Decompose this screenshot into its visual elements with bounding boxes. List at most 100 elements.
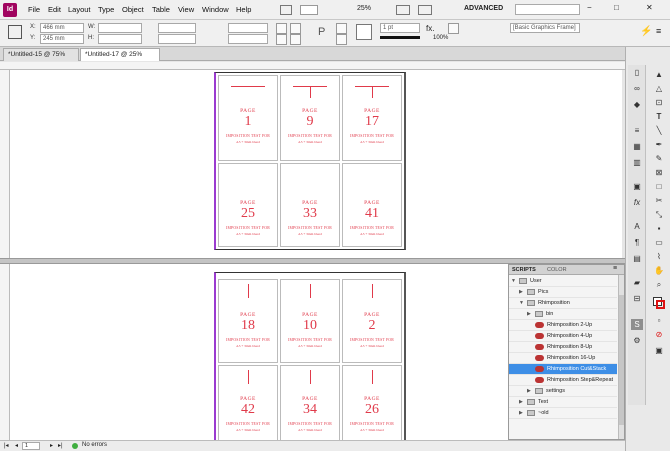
pencil-tool-icon[interactable]: ✎: [653, 153, 665, 164]
last-page-icon[interactable]: ▸|: [58, 442, 63, 449]
menu-layout[interactable]: Layout: [68, 5, 91, 14]
scale-x-field[interactable]: [158, 23, 196, 33]
select-container-icon[interactable]: [336, 23, 347, 34]
note-tool-icon[interactable]: ▭: [653, 237, 665, 248]
opacity-field[interactable]: 100%: [433, 35, 448, 41]
stroke-icon[interactable]: ≡: [631, 125, 643, 136]
type-tool-icon[interactable]: T: [653, 111, 665, 122]
tab-untitled-15[interactable]: *Untitled-15 @ 75%: [3, 48, 79, 61]
search-input[interactable]: [515, 4, 580, 15]
pen-tool-icon[interactable]: ✒: [653, 139, 665, 150]
rotate-cw-icon[interactable]: [276, 23, 287, 34]
formatting-container-icon[interactable]: ▫: [653, 315, 665, 326]
rotate-field[interactable]: [228, 23, 268, 33]
list-item[interactable]: Rhimposition 4-Up: [509, 331, 617, 342]
list-item[interactable]: ▶ Pics: [509, 287, 617, 298]
flip-horizontal-icon[interactable]: [290, 23, 301, 34]
layers-icon[interactable]: ◆: [631, 99, 643, 110]
expand-caret-icon[interactable]: ▶: [519, 397, 527, 408]
text-wrap-icon[interactable]: ▣: [631, 181, 643, 192]
maximize-icon[interactable]: □: [614, 3, 619, 12]
zoom-level[interactable]: 25%: [357, 5, 371, 12]
select-content-icon[interactable]: [336, 34, 347, 45]
align-icon[interactable]: ⊟: [631, 293, 643, 304]
drop-shadow-fx-icon[interactable]: fx.: [426, 24, 434, 33]
next-page-icon[interactable]: ▸: [50, 442, 53, 449]
page-tool-icon[interactable]: ⊡: [653, 97, 665, 108]
y-field[interactable]: 245 mm: [40, 34, 84, 44]
scripts-label-icon[interactable]: ⚙: [631, 335, 643, 346]
stroke-type-selector[interactable]: [380, 36, 420, 39]
minimize-icon[interactable]: −: [587, 3, 592, 12]
swatches-icon[interactable]: ▦: [631, 141, 643, 152]
rectangle-frame-tool-icon[interactable]: ⊠: [653, 167, 665, 178]
color-icon[interactable]: ▥: [631, 157, 643, 168]
lightning-icon[interactable]: ⚡: [640, 26, 652, 37]
tab-untitled-17[interactable]: *Untitled-17 @ 25%: [80, 48, 160, 61]
close-icon[interactable]: ✕: [646, 3, 653, 12]
line-tool-icon[interactable]: ╲: [653, 125, 665, 136]
screen-mode-icon[interactable]: [396, 5, 410, 15]
character-icon[interactable]: A: [631, 221, 643, 232]
zoom-tool-icon[interactable]: ⌕: [653, 279, 665, 290]
menu-table[interactable]: Table: [152, 5, 170, 14]
view-mode-icon[interactable]: ▣: [653, 345, 665, 356]
apply-none-icon[interactable]: ⊘: [653, 329, 665, 340]
expand-caret-icon[interactable]: ▼: [511, 276, 519, 287]
flip-vertical-icon[interactable]: [290, 34, 301, 45]
expand-caret-icon[interactable]: ▶: [519, 287, 527, 298]
rotate-ccw-icon[interactable]: [276, 34, 287, 45]
list-item[interactable]: Rhimposition 16-Up: [509, 353, 617, 364]
preflight-errors[interactable]: No errors: [82, 442, 107, 448]
tab-color[interactable]: COLOR: [547, 267, 567, 273]
first-page-icon[interactable]: |◂: [4, 442, 9, 449]
list-item[interactable]: Rhimposition 2-Up: [509, 320, 617, 331]
scripts-panel-icon[interactable]: S: [631, 319, 643, 330]
x-field[interactable]: 466 mm: [40, 23, 84, 33]
effects-icon[interactable]: [448, 23, 459, 34]
menu-file[interactable]: File: [28, 5, 40, 14]
gradient-swatch-tool-icon[interactable]: ▪: [653, 223, 665, 234]
menu-window[interactable]: Window: [202, 5, 229, 14]
fill-swatch-icon[interactable]: [356, 24, 372, 40]
list-item[interactable]: ▶ settings: [509, 386, 617, 397]
expand-caret-icon[interactable]: ▶: [527, 386, 535, 397]
bridge-icon[interactable]: [280, 5, 292, 15]
shear-field[interactable]: [228, 34, 268, 44]
direct-selection-tool-icon[interactable]: △: [653, 83, 665, 94]
fill-stroke-swatch-icon[interactable]: [653, 297, 665, 309]
menu-help[interactable]: Help: [236, 5, 251, 14]
table-icon[interactable]: ▤: [631, 253, 643, 264]
expand-caret-icon[interactable]: ▼: [519, 298, 527, 309]
pages-icon[interactable]: ▯: [631, 67, 643, 78]
w-field[interactable]: [98, 23, 142, 33]
reference-point-icon[interactable]: [8, 25, 22, 39]
prev-page-icon[interactable]: ◂: [15, 442, 18, 449]
paragraph-icon[interactable]: ¶: [631, 237, 643, 248]
list-item[interactable]: Rhimposition 8-Up: [509, 342, 617, 353]
stroke-weight-field[interactable]: 1 pt: [380, 23, 420, 33]
spread-bottom[interactable]: PAGE 18 IMPOSITION TEST FOR A5 + 3mm ble…: [214, 272, 406, 442]
tab-scripts[interactable]: SCRIPTS: [512, 267, 536, 273]
object-style-select[interactable]: [Basic Graphics Frame]: [510, 23, 580, 33]
arrange-documents-icon[interactable]: [418, 5, 432, 15]
h-field[interactable]: [98, 34, 142, 44]
scale-y-field[interactable]: [158, 34, 196, 44]
scissors-tool-icon[interactable]: ✂: [653, 195, 665, 206]
page-number-field[interactable]: 1: [22, 442, 40, 450]
links-icon[interactable]: ∞: [631, 83, 643, 94]
list-item[interactable]: ▶ ~old: [509, 408, 617, 419]
menu-view[interactable]: View: [178, 5, 194, 14]
top-pasteboard[interactable]: PAGE 1 IMPOSITION TEST FOR A5 + 3mm blee…: [10, 70, 622, 258]
list-item[interactable]: Rhimposition Step&Repeat: [509, 375, 617, 386]
scrollbar[interactable]: [618, 275, 624, 439]
selection-tool-icon[interactable]: ▲: [653, 69, 665, 80]
list-item-selected[interactable]: Rhimposition Cut&Stack: [509, 364, 617, 375]
flip-p-icon[interactable]: P: [318, 26, 325, 38]
list-item[interactable]: ▼ Rhimposition: [509, 298, 617, 309]
list-item[interactable]: ▶ bin: [509, 309, 617, 320]
menu-object[interactable]: Object: [122, 5, 144, 14]
scrollbar-thumb[interactable]: [619, 295, 624, 425]
menu-edit[interactable]: Edit: [48, 5, 61, 14]
effects-panel-icon[interactable]: fx: [631, 197, 643, 208]
